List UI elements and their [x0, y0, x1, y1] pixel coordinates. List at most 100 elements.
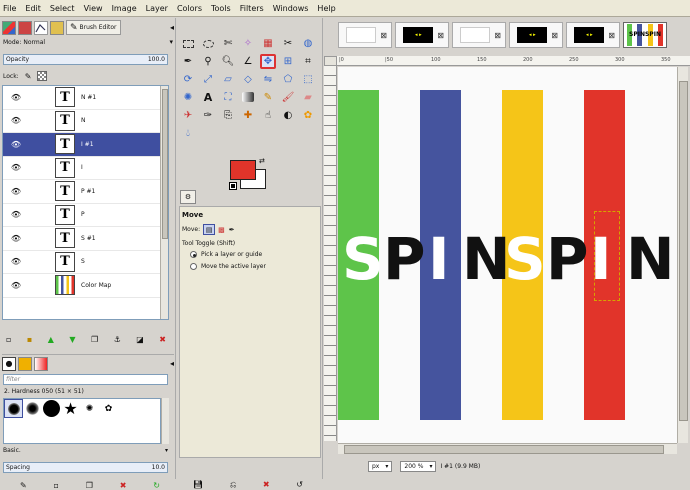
canvas-letter[interactable]: N [626, 230, 675, 288]
visibility-eye-icon[interactable]: 👁︎ [9, 116, 23, 125]
undo-history-tab-icon[interactable] [50, 20, 64, 35]
canvas-hscroll-thumb[interactable] [344, 445, 664, 454]
layers-tab-icon[interactable] [2, 20, 16, 35]
warp-tool-icon[interactable]: ✺ [180, 90, 196, 105]
mode-value[interactable]: Normal [23, 39, 45, 46]
image-tab-4[interactable]: ◂ ▸ ⊠ [509, 22, 563, 48]
layer-row[interactable]: 👁︎ Color Map [3, 274, 168, 298]
menu-image[interactable]: Image [112, 4, 137, 13]
zoom-dropdown[interactable]: 200 % ▾ [400, 460, 437, 472]
layer-name[interactable]: N #1 [81, 94, 96, 101]
layer-name[interactable]: S [81, 258, 85, 265]
brush-grid-scrollbar[interactable] [161, 398, 169, 444]
brush-pepper[interactable]: ✿ [99, 399, 118, 418]
heal-tool-icon[interactable]: ✚ [240, 108, 256, 123]
save-options-icon[interactable]: 💾︎ [193, 480, 203, 490]
canvas-letter[interactable]: N [462, 230, 511, 288]
menu-edit[interactable]: Edit [25, 4, 41, 13]
paths-tab-icon[interactable] [34, 20, 48, 35]
spacing-value[interactable]: 10.0 [152, 464, 165, 471]
canvas-letter[interactable]: S [342, 230, 384, 288]
close-tab-1-icon[interactable]: ⊠ [380, 31, 387, 40]
paintbrush-tool-icon[interactable]: 🖌︎ [280, 90, 296, 105]
canvas-letter[interactable]: S [504, 230, 546, 288]
option-move-active-radio[interactable] [190, 263, 197, 270]
tool-options-tab[interactable]: ⚙ [180, 190, 196, 204]
brush-filter-input[interactable]: filter [3, 374, 168, 385]
ink-tool-icon[interactable]: ✑ [200, 108, 216, 123]
layers-scrollbar[interactable] [160, 86, 168, 319]
mypaint-brush-tool-icon[interactable]: ✿ [300, 108, 316, 123]
menu-tools[interactable]: Tools [211, 4, 231, 13]
tab-brush-editor[interactable]: ✎ Brush Editor [66, 20, 121, 35]
menu-colors[interactable]: Colors [177, 4, 202, 13]
visibility-eye-icon[interactable]: 👁︎ [9, 234, 23, 243]
mask-layer-icon[interactable]: ◪ [136, 335, 144, 344]
foreground-color-swatch[interactable] [230, 160, 256, 180]
image-tab-1[interactable]: ⊠ [338, 22, 392, 48]
layers-scroll-thumb[interactable] [162, 89, 168, 239]
perspective-tool-icon[interactable]: ◇ [240, 72, 256, 87]
layer-name[interactable]: I [81, 164, 83, 171]
fuzzy-select-tool-icon[interactable]: ✧ [240, 36, 256, 51]
lower-layer-icon[interactable]: ▼ [69, 335, 75, 344]
blend-tool-icon[interactable] [242, 92, 254, 102]
option-pick-layer[interactable]: Pick a layer or guide [190, 251, 262, 258]
patterns-tab-icon[interactable] [18, 356, 32, 371]
paths-tool-icon[interactable]: ✒ [180, 54, 196, 69]
delete-options-icon[interactable]: ✖ [263, 480, 270, 490]
layer-row[interactable]: 👁︎ T N #1 [3, 86, 168, 110]
menu-windows[interactable]: Windows [273, 4, 309, 13]
image-tab-6-active[interactable]: SPINSPIN [623, 22, 667, 48]
layer-row[interactable]: 👁︎ T I #1 [3, 133, 168, 157]
select-by-color-tool-icon[interactable]: ▦ [260, 36, 276, 51]
option-move-active[interactable]: Move the active layer [190, 263, 266, 270]
canvas-letter[interactable]: I [428, 230, 450, 288]
layer-name[interactable]: I #1 [81, 141, 94, 148]
visibility-eye-icon[interactable]: 👁︎ [9, 163, 23, 172]
align-tool-icon[interactable]: ⊞ [280, 54, 296, 69]
unified-transform-tool-icon[interactable]: ⬚ [300, 72, 316, 87]
new-layer-icon[interactable]: ▫ [6, 335, 11, 344]
dock-menu-icon[interactable]: ◂ [170, 23, 174, 32]
layer-row[interactable]: 👁︎ T P #1 [3, 180, 168, 204]
spacing-field[interactable]: Spacing 10.0 [3, 462, 168, 473]
visibility-eye-icon[interactable]: 👁︎ [9, 210, 23, 219]
color-picker-tool-icon[interactable]: ⚲ [200, 54, 216, 69]
opacity-field[interactable]: Opacity 100.0 [3, 54, 168, 65]
move-selection-mode-icon[interactable]: ▩ [218, 226, 225, 234]
canvas-vertical-scrollbar[interactable] [677, 67, 688, 443]
brush-category[interactable]: Basic. ▾ [3, 447, 168, 454]
image-tab-3[interactable]: ⊠ [452, 22, 506, 48]
gradients-tab-icon[interactable] [34, 356, 48, 371]
layer-name[interactable]: S #1 [81, 235, 96, 242]
visibility-eye-icon[interactable]: 👁︎ [9, 257, 23, 266]
delete-layer-icon[interactable]: ✖ [159, 335, 166, 344]
visibility-eye-icon[interactable]: 👁︎ [9, 281, 23, 290]
visibility-eye-icon[interactable]: 👁︎ [9, 140, 23, 149]
lock-pixels-icon[interactable]: ✎ [25, 72, 32, 81]
smudge-tool-icon[interactable]: ☝ [260, 108, 276, 123]
duplicate-brush-icon[interactable]: ❐ [86, 481, 93, 490]
mode-dropdown-icon[interactable]: ▾ [169, 38, 173, 46]
refresh-brushes-icon[interactable]: ↻ [153, 481, 160, 490]
image-tab-2[interactable]: ◂ ▸ ⊠ [395, 22, 449, 48]
image-tab-5[interactable]: ◂ ▸ ⊠ [566, 22, 620, 48]
vertical-ruler[interactable] [324, 66, 337, 441]
close-tab-5-icon[interactable]: ⊠ [608, 31, 615, 40]
crop-tool-icon[interactable]: ⌗ [300, 54, 316, 69]
rotate-tool-icon[interactable]: ⟳ [180, 72, 196, 87]
canvas-letter[interactable]: P [546, 230, 588, 288]
anchor-layer-icon[interactable]: ⚓ [114, 335, 121, 344]
edit-brush-icon[interactable]: ✎ [20, 481, 27, 490]
lock-alpha-icon[interactable] [37, 71, 48, 81]
layer-name[interactable]: Color Map [81, 282, 111, 289]
restore-options-icon[interactable]: ⎌ [230, 480, 236, 490]
horizontal-ruler[interactable]: |0 |50 100 150 200 250 300 350 [337, 56, 690, 66]
canvas-letter[interactable]: P [383, 230, 425, 288]
menu-filters[interactable]: Filters [240, 4, 264, 13]
raise-layer-icon[interactable]: ▲ [48, 335, 54, 344]
brush-hardness-050[interactable] [4, 399, 23, 418]
measure-tool-icon[interactable]: ∠ [240, 54, 256, 69]
brush-sparks[interactable]: ✺ [80, 399, 99, 418]
